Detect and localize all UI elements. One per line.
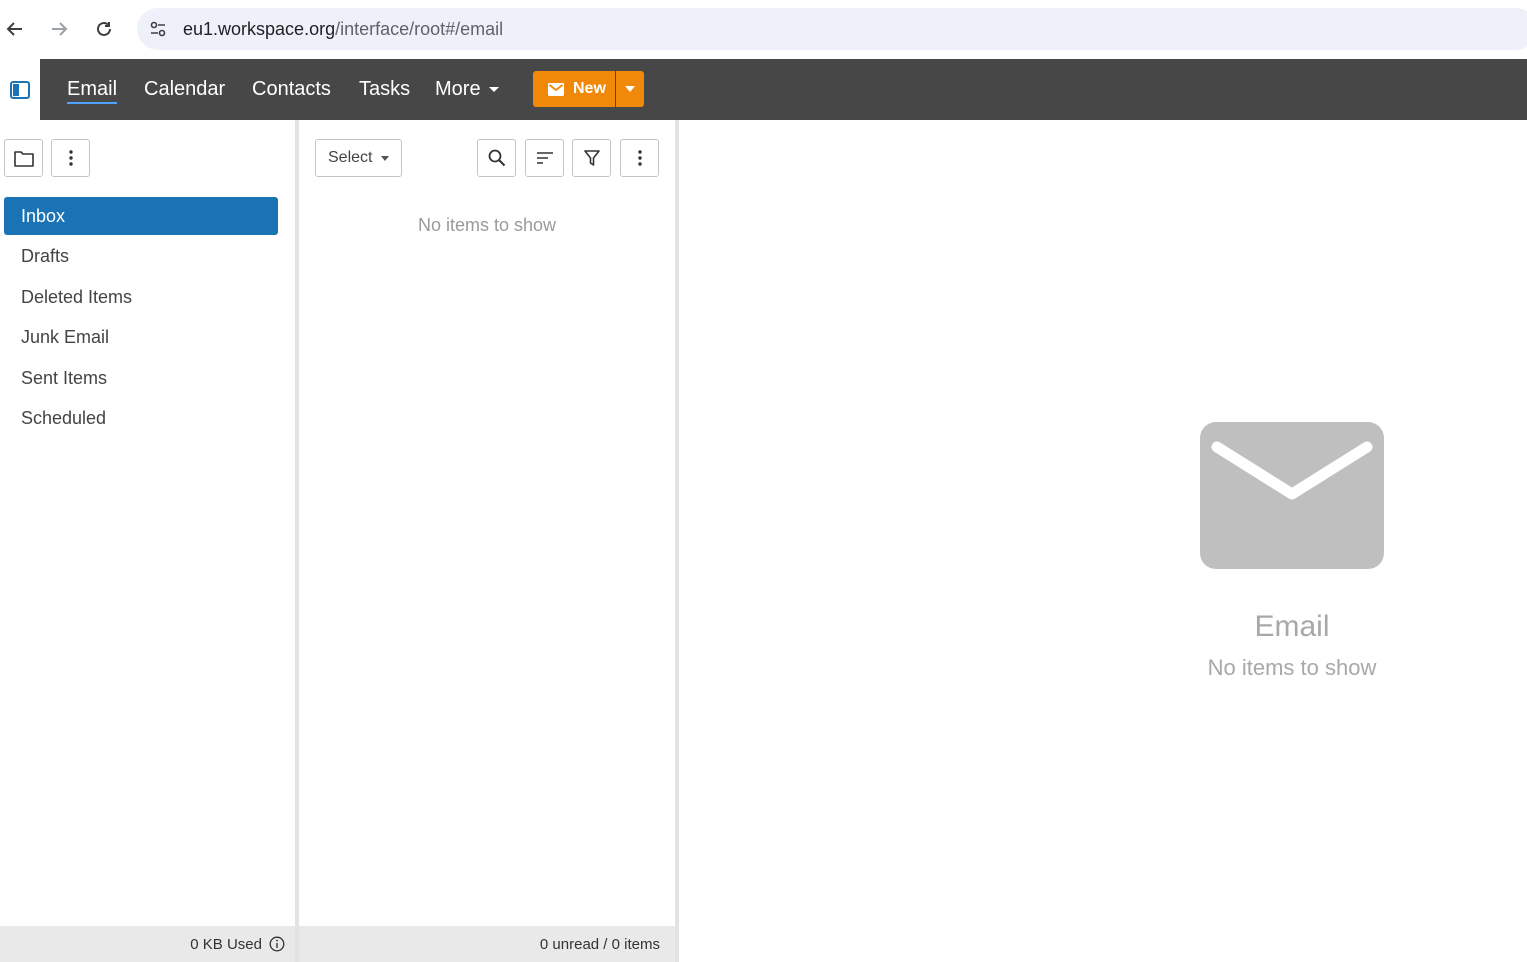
filter-button[interactable] — [572, 139, 611, 177]
storage-footer: 0 KB Used — [0, 926, 295, 962]
nav-calendar[interactable]: Calendar — [144, 78, 225, 101]
info-icon[interactable] — [269, 936, 285, 952]
app-top-nav: Email Calendar Contacts Tasks More New — [0, 59, 1527, 120]
nav-more-label: More — [435, 78, 481, 100]
browser-toolbar: eu1.workspace.org/interface/root#/email — [0, 0, 1527, 59]
folder-pane: Inbox Drafts Deleted Items Junk Email Se… — [0, 120, 295, 962]
reload-button[interactable] — [89, 14, 119, 44]
back-button[interactable] — [0, 14, 30, 44]
site-settings-icon[interactable] — [147, 18, 169, 40]
sidebar-toggle-button[interactable] — [0, 59, 40, 120]
forward-icon — [52, 22, 68, 36]
sort-icon — [536, 152, 553, 164]
nav-contacts[interactable]: Contacts — [252, 78, 331, 101]
back-icon — [6, 22, 22, 36]
new-email-button[interactable]: New — [533, 71, 615, 107]
new-dropdown-button[interactable] — [616, 71, 644, 107]
reading-pane-title: Email — [1254, 610, 1330, 643]
list-footer: 0 unread / 0 items — [299, 926, 675, 962]
folder-list: Inbox Drafts Deleted Items Junk Email Se… — [4, 197, 278, 440]
chevron-down-icon — [488, 87, 499, 93]
new-button-label: New — [573, 80, 606, 97]
folder-sent-items[interactable]: Sent Items — [4, 359, 278, 397]
sidebar-toggle-icon — [10, 80, 30, 99]
forward-button[interactable] — [44, 14, 74, 44]
list-empty-message: No items to show — [417, 215, 557, 235]
folder-icon — [13, 150, 34, 167]
message-list-pane: Select No items to show 0 unread / 0 ite… — [299, 120, 675, 962]
url-host: eu1.workspace.org — [183, 19, 336, 39]
select-dropdown[interactable]: Select — [315, 139, 402, 177]
address-bar[interactable]: eu1.workspace.org/interface/root#/email — [137, 8, 1527, 50]
folder-deleted-items[interactable]: Deleted Items — [4, 278, 278, 316]
search-icon — [488, 149, 505, 167]
storage-used-text: 0 KB Used — [190, 935, 262, 953]
sort-button[interactable] — [525, 139, 564, 177]
url-text: eu1.workspace.org/interface/root#/email — [183, 19, 503, 40]
select-label: Select — [328, 149, 373, 166]
reading-pane-subtitle: No items to show — [1207, 655, 1377, 680]
folder-options-button[interactable] — [51, 139, 90, 177]
folder-drafts[interactable]: Drafts — [4, 238, 278, 276]
folder-button[interactable] — [4, 139, 43, 177]
list-options-button[interactable] — [620, 139, 659, 177]
search-button[interactable] — [477, 139, 516, 177]
chevron-down-icon — [625, 86, 635, 92]
envelope-icon — [1200, 422, 1384, 569]
nav-tasks[interactable]: Tasks — [359, 78, 410, 101]
folder-junk-email[interactable]: Junk Email — [4, 319, 278, 357]
filter-icon — [583, 149, 600, 166]
mail-icon — [548, 82, 564, 96]
url-path: /interface/root#/email — [335, 19, 504, 39]
chevron-down-icon — [381, 155, 390, 161]
kebab-icon — [68, 150, 73, 166]
reading-pane: Email No items to show — [679, 120, 1527, 962]
nav-more[interactable]: More — [435, 78, 499, 101]
reload-icon — [97, 21, 111, 36]
kebab-icon — [637, 150, 642, 166]
nav-email[interactable]: Email — [67, 78, 118, 104]
folder-scheduled[interactable]: Scheduled — [4, 400, 278, 438]
folder-inbox[interactable]: Inbox — [4, 197, 278, 235]
unread-count-text: 0 unread / 0 items — [539, 935, 660, 953]
